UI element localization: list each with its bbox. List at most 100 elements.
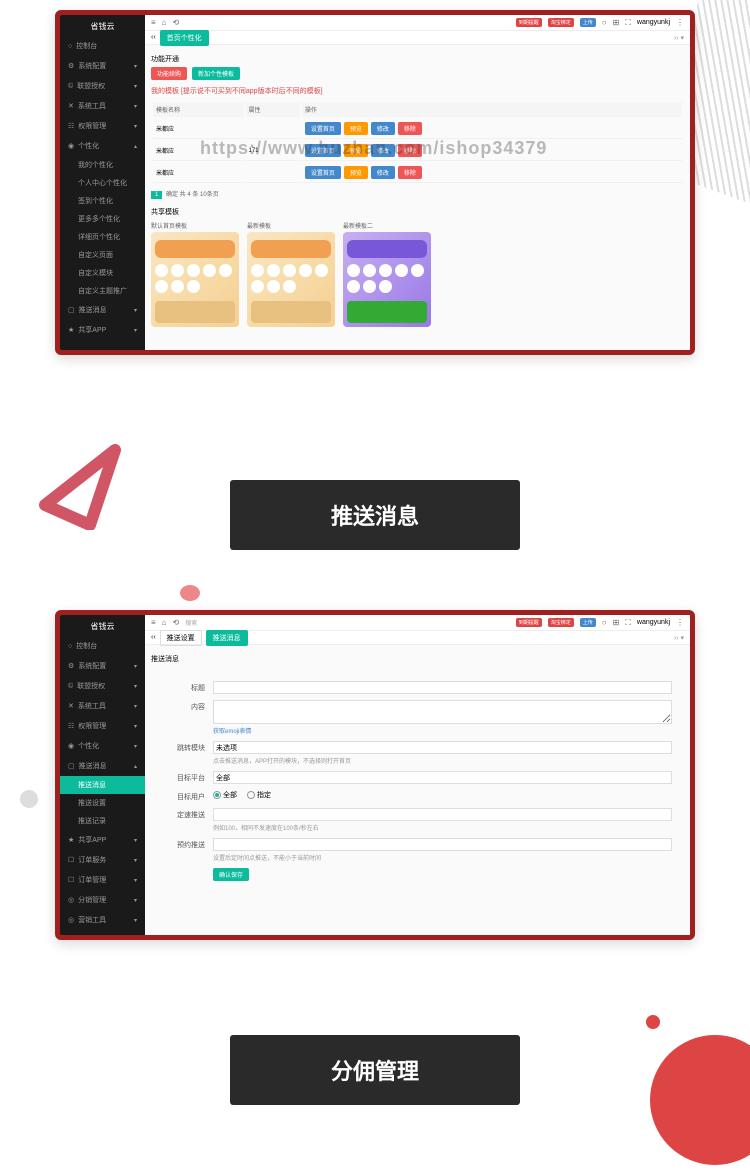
sidebar-sub-item[interactable]: 推送消息 <box>60 776 145 794</box>
sidebar-sub-item[interactable]: 我的个性化 <box>60 156 145 174</box>
menu-icon[interactable]: ≡ <box>151 18 156 27</box>
set-button[interactable]: 设置首页 <box>305 166 341 179</box>
page-num[interactable]: 1 <box>151 191 162 199</box>
preview-button[interactable]: 预览 <box>344 166 368 179</box>
more-icon[interactable]: ⋮ <box>676 18 684 27</box>
sidebar-item[interactable]: ©联盟授权▾ <box>60 76 145 96</box>
set-button[interactable]: 设置首页 <box>305 144 341 157</box>
forward-icon[interactable]: ›› ▾ <box>674 34 684 42</box>
sidebar-item[interactable]: ▢推送消息▾ <box>60 300 145 320</box>
sidebar-sub-item[interactable]: 个人中心个性化 <box>60 174 145 192</box>
submit-button[interactable]: 确认保存 <box>213 868 249 881</box>
badge[interactable]: 淘宝绑定 <box>548 618 574 627</box>
refresh-icon[interactable]: ⟲ <box>173 618 180 627</box>
grid-icon[interactable]: ⊞ <box>613 18 620 27</box>
note: 我的模板 [提示说不可买到不同app版本时后不同的模板] <box>151 86 684 96</box>
tab[interactable]: 推送设置 <box>160 630 202 646</box>
sidebar-item[interactable]: ★共享APP▾ <box>60 320 145 340</box>
badge[interactable]: 上传 <box>580 18 596 27</box>
more-icon[interactable]: ⋮ <box>676 618 684 627</box>
sidebar-item[interactable]: ▢推送消息▴ <box>60 756 145 776</box>
sidebar-item[interactable]: ⚙系统配置▾ <box>60 656 145 676</box>
table-row: 米都应设置首页预览修改移除 <box>153 163 682 183</box>
sidebar-item[interactable]: ☐订单服务▾ <box>60 850 145 870</box>
user-label[interactable]: wangyunkj <box>637 19 670 26</box>
home-icon[interactable]: ⌂ <box>162 618 167 627</box>
topbar: ≡ ⌂ ⟲ 到期提醒 淘宝绑定 上传 ○ ⊞ ⛶ wangyunkj ⋮ <box>145 15 690 31</box>
tab-current[interactable]: 推送消息 <box>206 630 248 646</box>
sidebar-sub-item[interactable]: 自定义模块 <box>60 264 145 282</box>
sidebar-sub-item[interactable]: 自定义主题推广 <box>60 282 145 300</box>
table-row: 米都应171设置首页预览修改移除 <box>153 141 682 161</box>
radio-specific[interactable]: 指定 <box>247 790 271 800</box>
template-table: 模板名称属性操作 米都应设置首页预览修改移除米都应171设置首页预览修改移除米都… <box>151 100 684 185</box>
speed-input[interactable] <box>213 808 672 821</box>
platform-select[interactable] <box>213 771 672 784</box>
forward-icon[interactable]: ›› ▾ <box>674 634 684 642</box>
tabs: ‹‹ 首页个性化 ›› ▾ <box>145 31 690 45</box>
menu-icon[interactable]: ≡ <box>151 618 156 627</box>
tab-current[interactable]: 首页个性化 <box>160 30 209 46</box>
sidebar-item[interactable]: ☷权限管理▾ <box>60 716 145 736</box>
logo: 省钱云 <box>60 617 145 636</box>
home-icon[interactable]: ⌂ <box>162 18 167 27</box>
logo: 省钱云 <box>60 17 145 36</box>
badge[interactable]: 淘宝绑定 <box>548 18 574 27</box>
preview-button[interactable]: 预览 <box>344 122 368 135</box>
renew-button[interactable]: 功能续购 <box>151 67 187 80</box>
chat-icon[interactable]: ○ <box>602 618 607 627</box>
sidebar-item[interactable]: ◎营销工具▾ <box>60 910 145 930</box>
badge[interactable]: 到期提醒 <box>516 618 542 627</box>
remove-button[interactable]: 移除 <box>398 144 422 157</box>
expand-icon[interactable]: ⛶ <box>625 618 631 628</box>
tabs: ‹‹ 推送设置 推送消息 ›› ▾ <box>145 631 690 645</box>
sidebar-item[interactable]: ☐订单管理▾ <box>60 870 145 890</box>
search-placeholder[interactable]: 搜索 <box>185 618 197 627</box>
back-icon[interactable]: ‹‹ <box>151 34 156 41</box>
preview-button[interactable]: 预览 <box>344 144 368 157</box>
module-select[interactable] <box>213 741 672 754</box>
badge[interactable]: 上传 <box>580 618 596 627</box>
sidebar-sub-item[interactable]: 更多多个性化 <box>60 210 145 228</box>
sidebar-item[interactable]: ○控制台 <box>60 36 145 56</box>
remove-button[interactable]: 移除 <box>398 166 422 179</box>
sidebar-item[interactable]: ★共享APP▾ <box>60 830 145 850</box>
chat-icon[interactable]: ○ <box>602 18 607 27</box>
sidebar-item[interactable]: ◉个性化▾ <box>60 736 145 756</box>
grid-icon[interactable]: ⊞ <box>613 618 620 627</box>
content-input[interactable] <box>213 700 672 724</box>
sidebar-item[interactable]: ○控制台 <box>60 636 145 656</box>
table-row: 米都应设置首页预览修改移除 <box>153 119 682 139</box>
sidebar-sub-item[interactable]: 自定义页面 <box>60 246 145 264</box>
edit-button[interactable]: 修改 <box>371 122 395 135</box>
sidebar-sub-item[interactable]: 签到个性化 <box>60 192 145 210</box>
title-input[interactable] <box>213 681 672 694</box>
remove-button[interactable]: 移除 <box>398 122 422 135</box>
sidebar-sub-item[interactable]: 推送设置 <box>60 794 145 812</box>
sidebar-item[interactable]: ✕系统工具▾ <box>60 696 145 716</box>
radio-all[interactable]: 全部 <box>213 790 237 800</box>
edit-button[interactable]: 修改 <box>371 144 395 157</box>
add-template-button[interactable]: 新加个性模板 <box>192 67 240 80</box>
sidebar-item[interactable]: ☷权限管理▾ <box>60 116 145 136</box>
edit-button[interactable]: 修改 <box>371 166 395 179</box>
sidebar-item[interactable]: ⚙系统配置▾ <box>60 56 145 76</box>
refresh-icon[interactable]: ⟲ <box>173 18 180 27</box>
screenshot-frame-1: 省钱云 ○控制台⚙系统配置▾©联盟授权▾✕系统工具▾☷权限管理▾◉个性化▴我的个… <box>55 10 695 355</box>
sidebar-item[interactable]: ◎分销管理▾ <box>60 890 145 910</box>
back-icon[interactable]: ‹‹ <box>151 634 156 641</box>
emoji-link[interactable]: 获取emoji表情 <box>213 726 672 735</box>
sidebar-sub-item[interactable]: 详细页个性化 <box>60 228 145 246</box>
user-label[interactable]: wangyunkj <box>637 619 670 626</box>
template-card[interactable]: 最新模板 <box>247 221 335 327</box>
schedule-input[interactable] <box>213 838 672 851</box>
sidebar-item[interactable]: ◉个性化▴ <box>60 136 145 156</box>
sidebar-item[interactable]: ✕系统工具▾ <box>60 96 145 116</box>
template-card[interactable]: 默认首页模板 <box>151 221 239 327</box>
set-button[interactable]: 设置首页 <box>305 122 341 135</box>
badge[interactable]: 到期提醒 <box>516 18 542 27</box>
expand-icon[interactable]: ⛶ <box>625 18 631 28</box>
sidebar-item[interactable]: ©联盟授权▾ <box>60 676 145 696</box>
sidebar-sub-item[interactable]: 推送记录 <box>60 812 145 830</box>
template-card[interactable]: 最新模板二 <box>343 221 431 327</box>
